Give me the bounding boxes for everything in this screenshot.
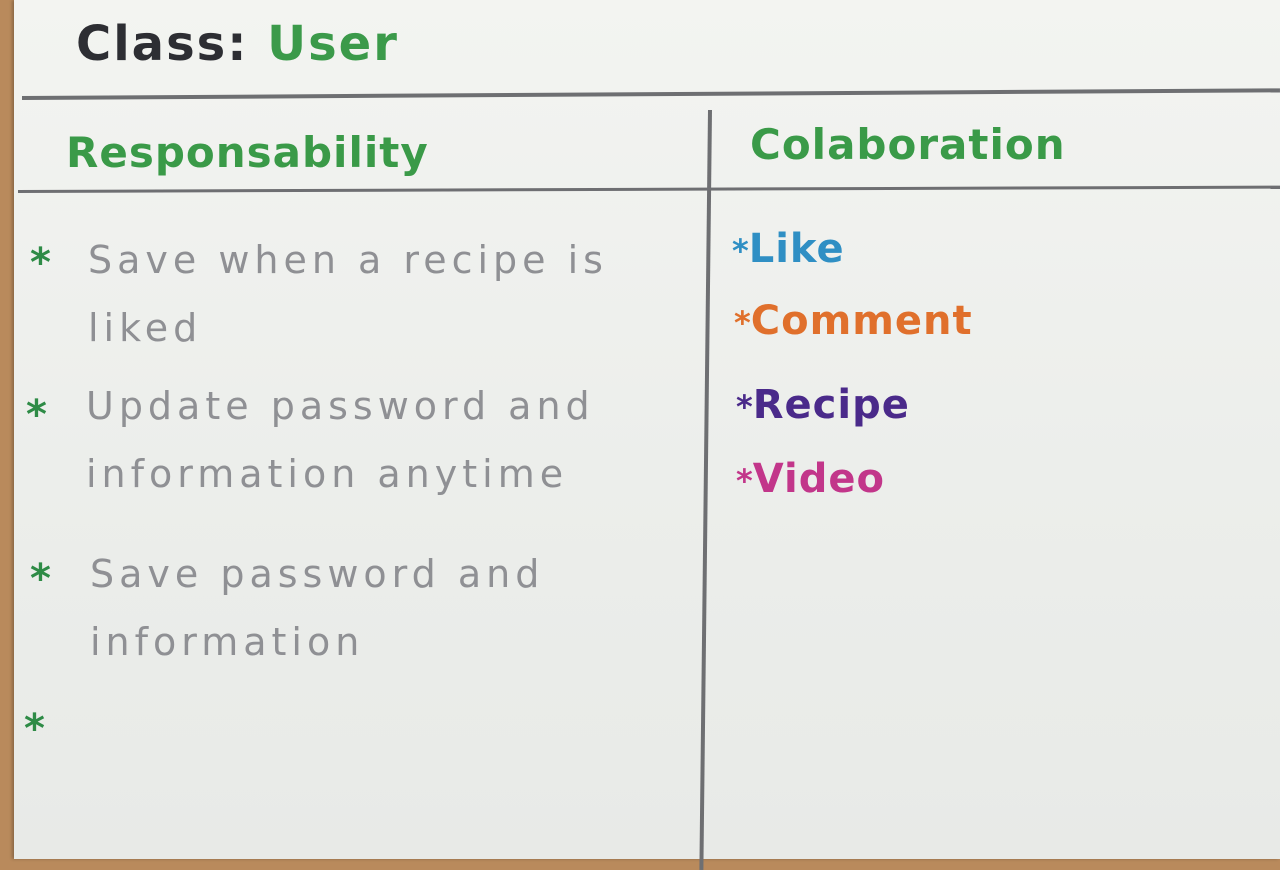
responsibility-header: Responsability: [66, 128, 429, 177]
collaboration-bullet: *: [736, 462, 753, 500]
responsibility-item: Save password and information: [90, 552, 545, 664]
header-divider: [17, 185, 1280, 193]
collaboration-label: Video: [752, 456, 885, 502]
collaboration-item-comment: *Comment: [734, 298, 973, 344]
responsibility-bullet: *: [24, 706, 45, 752]
column-divider: [699, 109, 712, 870]
responsibility-bullet: *: [30, 556, 51, 602]
collaboration-bullet: *: [732, 232, 749, 270]
collaboration-item-video: *Video: [736, 456, 885, 502]
collaboration-header: Colaboration: [750, 120, 1066, 169]
collaboration-bullet: *: [734, 304, 751, 342]
collaboration-label: Recipe: [752, 382, 910, 428]
collaboration-item-like: *Like: [732, 226, 845, 272]
responsibility-item: Save when a recipe is liked: [88, 238, 608, 350]
crc-card: Class: User Responsability Colaboration …: [14, 0, 1280, 870]
title-divider: [21, 88, 1280, 100]
collaboration-bullet: *: [736, 388, 753, 426]
collaboration-item-recipe: *Recipe: [736, 382, 910, 428]
responsibility-bullet: *: [30, 240, 51, 286]
card-title: Class: User: [76, 16, 399, 72]
responsibility-bullet: *: [26, 392, 47, 438]
collaboration-label: Comment: [750, 298, 973, 344]
responsibility-item: Update password and information anytime: [86, 384, 595, 496]
class-label: Class:: [76, 16, 249, 72]
collaboration-label: Like: [748, 226, 845, 272]
class-name: User: [267, 16, 399, 72]
